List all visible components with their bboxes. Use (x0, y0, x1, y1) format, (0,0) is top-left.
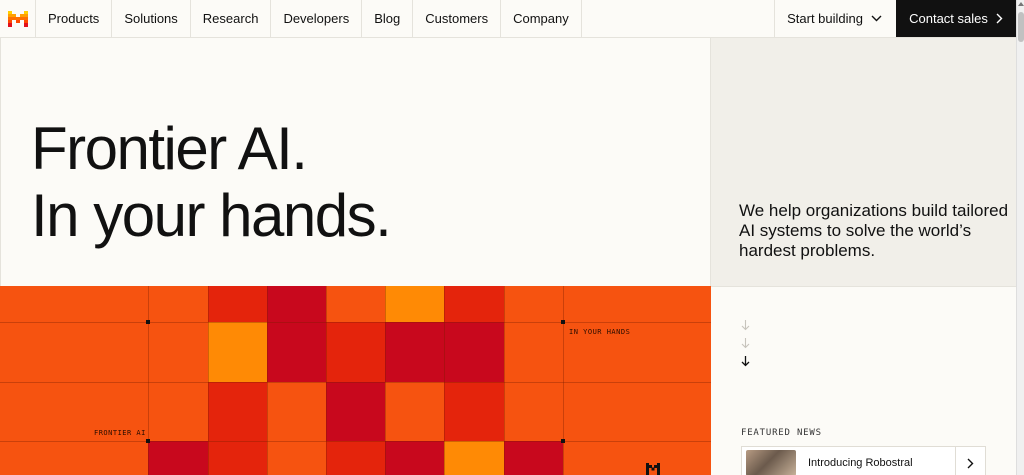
nav-products[interactable]: Products (36, 0, 113, 37)
pixel-cell (326, 441, 385, 475)
nav-customers[interactable]: Customers (413, 0, 502, 37)
contact-sales-button[interactable]: Contact sales (896, 0, 1016, 37)
pixel-art-banner: FRONTIER AI IN YOUR HANDS (0, 286, 711, 475)
pixel-cell (208, 441, 267, 475)
pixel-cell (444, 441, 504, 475)
pixel-cell (385, 382, 444, 441)
news-thumbnail (746, 450, 796, 475)
hero-title: Frontier AI. In your hands. (31, 115, 392, 249)
pixel-cell (148, 441, 208, 475)
pixel-cell (326, 382, 385, 441)
pixel-cell (208, 382, 267, 441)
scroll-up-arrow-icon[interactable] (1018, 2, 1024, 6)
corner-marker (146, 320, 150, 324)
nav-research[interactable]: Research (191, 0, 272, 37)
hero-subtitle: We help organizations build tailored AI … (739, 201, 1009, 260)
pixel-cell (504, 441, 563, 475)
hero-title-line-1: Frontier AI. (31, 115, 308, 182)
scroll-hint-arrows (741, 319, 750, 373)
grid-line (326, 286, 327, 475)
grid-line (444, 286, 445, 475)
mistral-m-icon (646, 463, 660, 475)
chevron-right-icon (996, 13, 1003, 24)
news-card-arrow-button[interactable] (955, 447, 985, 475)
nav-developers[interactable]: Developers (271, 0, 363, 37)
grid-line (208, 286, 209, 475)
grid-line (563, 286, 564, 475)
nav-blog[interactable]: Blog (362, 0, 414, 37)
arrow-down-icon (741, 337, 750, 355)
pixel-cell (208, 322, 267, 382)
pixel-cell (208, 286, 267, 322)
grid-line (0, 382, 711, 383)
page-scrollbar[interactable] (1016, 0, 1024, 475)
pixel-cell (326, 322, 385, 382)
hero-side-panel: We help organizations build tailored AI … (711, 38, 1016, 286)
hero-title-line-2: In your hands. (31, 182, 392, 249)
pixel-cell (444, 286, 504, 322)
scrollbar-thumb[interactable] (1018, 12, 1024, 42)
frontier-ai-label: FRONTIER AI (94, 429, 146, 437)
mistral-logo-icon (7, 10, 28, 27)
contact-sales-label: Contact sales (909, 11, 988, 26)
chevron-right-icon (967, 458, 974, 468)
pixel-cell (444, 382, 504, 441)
pixel-cell (267, 286, 326, 322)
corner-marker (561, 439, 565, 443)
pixel-cell (267, 441, 326, 475)
hero-panel: Frontier AI. In your hands. (0, 38, 711, 286)
pixel-cell (385, 286, 444, 322)
nav-company[interactable]: Company (501, 0, 582, 37)
corner-marker (561, 320, 565, 324)
pixel-cell (267, 382, 326, 441)
news-title: Introducing Robostral (808, 457, 913, 469)
arrow-down-icon (741, 355, 750, 373)
logo-link[interactable] (0, 0, 36, 37)
corner-marker (146, 439, 150, 443)
start-building-label: Start building (787, 11, 863, 26)
featured-news-label: FEATURED NEWS (741, 428, 822, 438)
grid-line (504, 286, 505, 475)
top-navigation: Products Solutions Research Developers B… (0, 0, 1016, 38)
news-card-robostral[interactable]: Introducing Robostral (741, 446, 986, 475)
nav-solutions[interactable]: Solutions (112, 0, 191, 37)
featured-panel: FEATURED NEWS Introducing Robostral (711, 286, 1016, 475)
grid-line (0, 441, 711, 442)
pixel-cell (385, 441, 444, 475)
in-your-hands-label: IN YOUR HANDS (569, 328, 631, 336)
chevron-down-icon (871, 15, 882, 22)
start-building-button[interactable]: Start building (774, 0, 896, 37)
grid-line (267, 286, 268, 475)
pixel-cell (267, 322, 326, 382)
grid-line (148, 286, 149, 475)
grid-line (385, 286, 386, 475)
grid-line (0, 322, 711, 323)
arrow-down-icon (741, 319, 750, 337)
